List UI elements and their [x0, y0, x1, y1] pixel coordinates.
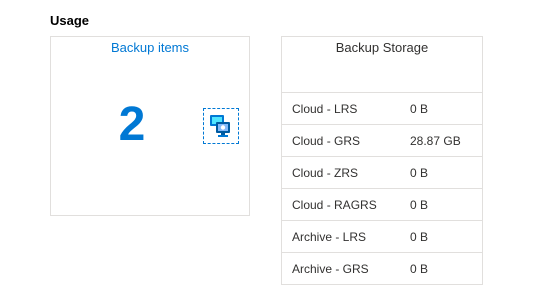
storage-row-cloud-zrs: Cloud - ZRS 0 B — [282, 156, 482, 188]
backup-storage-panel: Backup Storage Cloud - LRS 0 B Cloud - G… — [281, 36, 483, 285]
storage-row-value: 28.87 GB — [410, 134, 461, 148]
storage-row-value: 0 B — [410, 166, 429, 180]
storage-row-cloud-ragrs: Cloud - RAGRS 0 B — [282, 188, 482, 220]
storage-row-value: 0 B — [410, 230, 429, 244]
storage-row-value: 0 B — [410, 198, 429, 212]
storage-row-value: 0 B — [410, 262, 429, 276]
storage-row-name: Cloud - ZRS — [292, 166, 359, 180]
storage-row-archive-lrs: Archive - LRS 0 B — [282, 220, 482, 252]
backup-server-icon-graphic — [210, 115, 230, 137]
storage-row-name: Archive - GRS — [292, 262, 369, 276]
storage-row-archive-grs: Archive - GRS 0 B — [282, 252, 482, 284]
backup-items-title[interactable]: Backup items — [51, 40, 249, 55]
backup-storage-rows: Cloud - LRS 0 B Cloud - GRS 28.87 GB Clo… — [282, 92, 482, 284]
storage-row-name: Cloud - LRS — [292, 102, 358, 116]
backup-items-tile[interactable]: Backup items 2 — [50, 36, 250, 216]
storage-row-value: 0 B — [410, 102, 429, 116]
backup-storage-title: Backup Storage — [335, 40, 429, 55]
storage-row-name: Cloud - GRS — [292, 134, 361, 148]
backup-server-icon[interactable] — [203, 108, 239, 144]
storage-row-cloud-lrs: Cloud - LRS 0 B — [282, 92, 482, 124]
storage-row-name: Cloud - RAGRS — [292, 198, 377, 212]
storage-row-cloud-grs: Cloud - GRS 28.87 GB — [282, 124, 482, 156]
backup-items-count[interactable]: 2 — [109, 95, 155, 155]
storage-row-name: Archive - LRS — [292, 230, 367, 244]
usage-section-title: Usage — [50, 13, 90, 28]
